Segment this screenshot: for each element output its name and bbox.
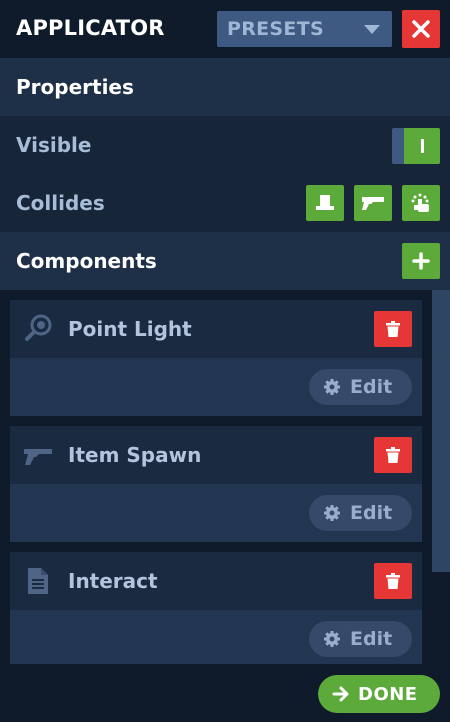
trash-icon xyxy=(386,573,400,589)
scrollbar-thumb[interactable] xyxy=(432,290,450,572)
player-collide-icon xyxy=(316,195,334,210)
properties-section-header: Properties xyxy=(0,58,450,116)
edit-component-button[interactable]: Edit xyxy=(309,369,412,405)
properties-label: Properties xyxy=(16,75,134,99)
delete-component-button[interactable] xyxy=(374,563,412,599)
gear-icon xyxy=(324,631,340,647)
edit-component-button[interactable]: Edit xyxy=(309,621,412,657)
component-card-body: Edit xyxy=(10,358,422,416)
interact-collide-icon xyxy=(411,193,429,212)
toggle-knob xyxy=(404,128,440,164)
edit-label: Edit xyxy=(350,628,393,650)
component-card-interact: Interact Edit xyxy=(10,552,422,664)
visible-row: Visible xyxy=(0,116,450,174)
delete-component-button[interactable] xyxy=(374,437,412,473)
toggle-on-icon xyxy=(420,139,424,153)
components-list[interactable]: Point Light Edit Item Spawn Edit Interac… xyxy=(0,290,450,664)
plus-icon xyxy=(412,252,430,270)
footer: DONE xyxy=(0,664,450,722)
edit-component-button[interactable]: Edit xyxy=(309,495,412,531)
visible-label: Visible xyxy=(16,133,92,157)
component-title: Item Spawn xyxy=(68,443,202,467)
component-card-header: Point Light xyxy=(10,300,422,358)
trash-icon xyxy=(386,321,400,337)
item-spawn-icon xyxy=(24,449,52,465)
collide-player-button[interactable] xyxy=(306,185,344,221)
component-card-item-spawn: Item Spawn Edit xyxy=(10,426,422,542)
edit-label: Edit xyxy=(350,376,393,398)
app-title: APPLICATOR xyxy=(16,16,165,40)
component-title: Interact xyxy=(68,569,158,593)
presets-label: PRESETS xyxy=(227,18,324,40)
component-title: Point Light xyxy=(68,317,192,341)
gear-icon xyxy=(324,379,340,395)
done-label: DONE xyxy=(358,683,418,705)
trash-icon xyxy=(386,447,400,463)
weapon-collide-icon xyxy=(362,197,384,210)
collides-label: Collides xyxy=(16,191,105,215)
add-component-button[interactable] xyxy=(402,243,440,279)
close-button[interactable] xyxy=(402,10,440,48)
component-card-header: Interact xyxy=(10,552,422,610)
edit-label: Edit xyxy=(350,502,393,524)
point-light-icon xyxy=(25,314,52,341)
component-card-header: Item Spawn xyxy=(10,426,422,484)
components-section-header: Components xyxy=(0,232,450,290)
component-card-point-light: Point Light Edit xyxy=(10,300,422,416)
component-card-body: Edit xyxy=(10,484,422,542)
collide-interact-button[interactable] xyxy=(402,185,440,221)
title-bar: APPLICATOR PRESETS xyxy=(0,0,450,58)
arrow-right-icon xyxy=(332,686,349,702)
delete-component-button[interactable] xyxy=(374,311,412,347)
visible-toggle[interactable] xyxy=(392,128,440,164)
collides-row: Collides xyxy=(0,174,450,232)
component-card-body: Edit xyxy=(10,610,422,664)
presets-dropdown[interactable]: PRESETS xyxy=(217,11,392,47)
close-icon xyxy=(412,20,430,38)
collide-weapon-button[interactable] xyxy=(354,185,392,221)
chevron-down-icon xyxy=(364,25,380,34)
interact-icon xyxy=(28,568,48,594)
components-label: Components xyxy=(16,249,157,273)
done-button[interactable]: DONE xyxy=(318,675,440,713)
gear-icon xyxy=(324,505,340,521)
